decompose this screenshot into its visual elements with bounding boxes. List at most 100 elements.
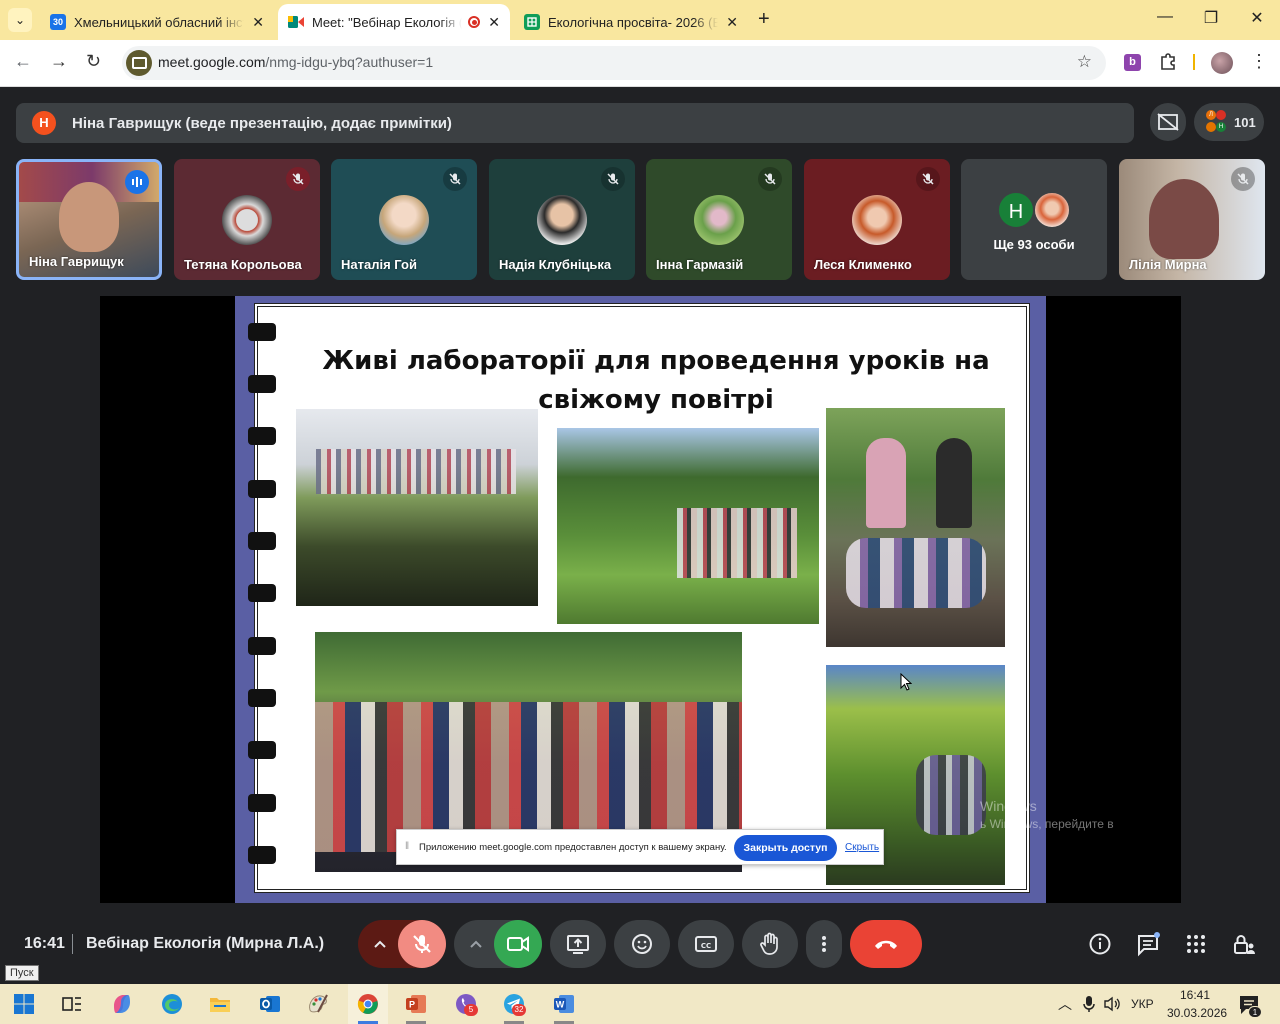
video-person — [1149, 179, 1219, 259]
notebook-ring — [248, 846, 276, 864]
participants-button[interactable]: Л Н 101 — [1194, 103, 1264, 141]
close-window-button[interactable]: ✕ — [1242, 8, 1272, 28]
reload-button[interactable]: ↻ — [86, 51, 101, 72]
mic-off-button[interactable] — [398, 920, 446, 968]
presenter-avatar: Н — [32, 111, 56, 135]
participant-tile[interactable]: Лілія Мирна — [1119, 159, 1265, 280]
profile-avatar[interactable] — [1211, 52, 1233, 74]
notebook-ring — [248, 794, 276, 812]
minimize-button[interactable]: — — [1150, 8, 1180, 26]
clock-time[interactable]: 16:41 — [1180, 988, 1210, 1002]
paint-icon[interactable] — [306, 992, 330, 1016]
participant-tile-self[interactable]: Ніна Гаврищук — [16, 159, 162, 280]
camera-button[interactable] — [494, 920, 542, 968]
activation-watermark: ь Windows, перейдите в — [980, 817, 1114, 831]
stop-sharing-button[interactable]: Закрыть доступ — [734, 835, 837, 861]
participant-chip — [1216, 110, 1226, 120]
chat-button[interactable] — [1136, 932, 1162, 963]
language-indicator[interactable]: УКР — [1131, 997, 1154, 1011]
clock-date[interactable]: 30.03.2026 — [1167, 1006, 1227, 1020]
recording-icon — [468, 16, 481, 28]
file-explorer-icon[interactable] — [208, 992, 232, 1016]
notebook-ring — [248, 689, 276, 707]
edge-icon[interactable] — [160, 992, 184, 1016]
reactions-button[interactable] — [614, 920, 670, 968]
browser-toolbar: ← → ↻ meet.google.com/nmg-idgu-ybq?authu… — [0, 40, 1280, 87]
emoji-icon — [632, 934, 652, 954]
speaking-icon — [125, 170, 149, 194]
activities-button[interactable] — [1184, 932, 1208, 961]
avatar: Н — [997, 191, 1035, 229]
outlook-icon[interactable] — [258, 992, 282, 1016]
meeting-details-button[interactable] — [1088, 932, 1112, 961]
video-options-chevron-icon[interactable] — [454, 939, 498, 949]
viber-badge: 5 — [464, 1004, 478, 1016]
participant-chip: Н — [1216, 122, 1226, 132]
tab-meet[interactable]: Meet: "Вебінар Екологія (М ✕ — [278, 4, 510, 40]
new-tab-button[interactable]: + — [758, 8, 770, 31]
meet-favicon-icon — [288, 14, 304, 30]
participant-tile[interactable]: Надія Клубніцька — [489, 159, 635, 280]
avatar — [1033, 191, 1071, 229]
tab-sheets[interactable]: Екологічна просвіта- 2026 (Від ✕ — [514, 4, 748, 40]
word-icon[interactable]: W — [552, 992, 576, 1016]
extension-b-icon[interactable]: b — [1124, 54, 1141, 71]
info-icon — [1089, 933, 1111, 955]
forward-button[interactable]: → — [50, 51, 68, 72]
participant-tile[interactable]: Інна Гармазій — [646, 159, 792, 280]
tab-institute[interactable]: 30 Хмельницький обласний інсти ✕ — [40, 4, 274, 40]
mic-off-icon — [286, 167, 310, 191]
restore-button[interactable]: ❐ — [1196, 8, 1226, 28]
host-controls-button[interactable] — [1232, 932, 1256, 961]
site-info-icon[interactable] — [126, 50, 152, 76]
more-participants-tile[interactable]: Н Ще 93 особи — [961, 159, 1107, 280]
copilot-icon[interactable] — [110, 992, 134, 1016]
chrome-icon[interactable] — [356, 992, 380, 1016]
present-button[interactable] — [550, 920, 606, 968]
url-text[interactable]: meet.google.com/nmg-idgu-ybq?authuser=1 — [158, 54, 433, 70]
windows-start-icon[interactable] — [12, 992, 36, 1016]
notebook-ring — [248, 741, 276, 759]
captions-button[interactable]: CC — [678, 920, 734, 968]
leave-call-button[interactable] — [850, 920, 922, 968]
raise-hand-button[interactable] — [742, 920, 798, 968]
hide-banner-link[interactable]: Скрыть — [845, 842, 879, 853]
participant-tile[interactable]: Наталія Гой — [331, 159, 477, 280]
more-options-button[interactable] — [806, 920, 842, 968]
drag-handle-icon[interactable]: ‖ — [405, 841, 409, 852]
tab-search-button[interactable]: ⌄ — [8, 8, 32, 32]
powerpoint-icon[interactable]: P — [404, 992, 428, 1016]
notebook-ring — [248, 323, 276, 341]
telegram-badge: 32 — [512, 1004, 526, 1016]
svg-text:P: P — [409, 1000, 415, 1010]
slide-photo — [557, 428, 819, 624]
present-screen-icon — [567, 935, 589, 954]
extensions-puzzle-icon[interactable] — [1159, 52, 1177, 75]
tray-expand-icon[interactable]: ︿ — [1058, 994, 1072, 1014]
screen-share-banner: ‖ Приложению meet.google.com предоставле… — [396, 829, 884, 865]
mic-off-icon — [601, 167, 625, 191]
audio-options-chevron-icon[interactable] — [358, 939, 402, 949]
mic-off-icon — [413, 935, 431, 953]
slide-photo — [296, 409, 538, 606]
microphone-tray-icon[interactable] — [1082, 995, 1096, 1013]
task-view-icon[interactable] — [60, 992, 84, 1016]
more-vert-icon — [822, 936, 826, 952]
toolbar-separator — [1193, 54, 1195, 70]
close-tab-icon[interactable]: ✕ — [488, 14, 500, 31]
close-tab-icon[interactable]: ✕ — [726, 14, 738, 31]
volume-icon[interactable] — [1103, 996, 1121, 1012]
mic-off-icon — [1231, 167, 1255, 191]
bookmark-star-icon[interactable]: ☆ — [1077, 52, 1092, 72]
layout-toggle-button[interactable] — [1150, 103, 1186, 141]
back-button[interactable]: ← — [14, 51, 32, 72]
browser-menu-icon[interactable]: ⋮ — [1250, 51, 1268, 72]
divider — [72, 934, 73, 954]
svg-text:W: W — [556, 1000, 565, 1010]
start-tooltip: Пуск — [5, 965, 39, 981]
participant-tile[interactable]: Тетяна Корольова — [174, 159, 320, 280]
participant-tile[interactable]: Леся Клименко — [804, 159, 950, 280]
address-bar[interactable]: meet.google.com/nmg-idgu-ybq?authuser=1 … — [122, 46, 1106, 80]
close-tab-icon[interactable]: ✕ — [252, 14, 264, 31]
hang-up-icon — [875, 940, 897, 949]
